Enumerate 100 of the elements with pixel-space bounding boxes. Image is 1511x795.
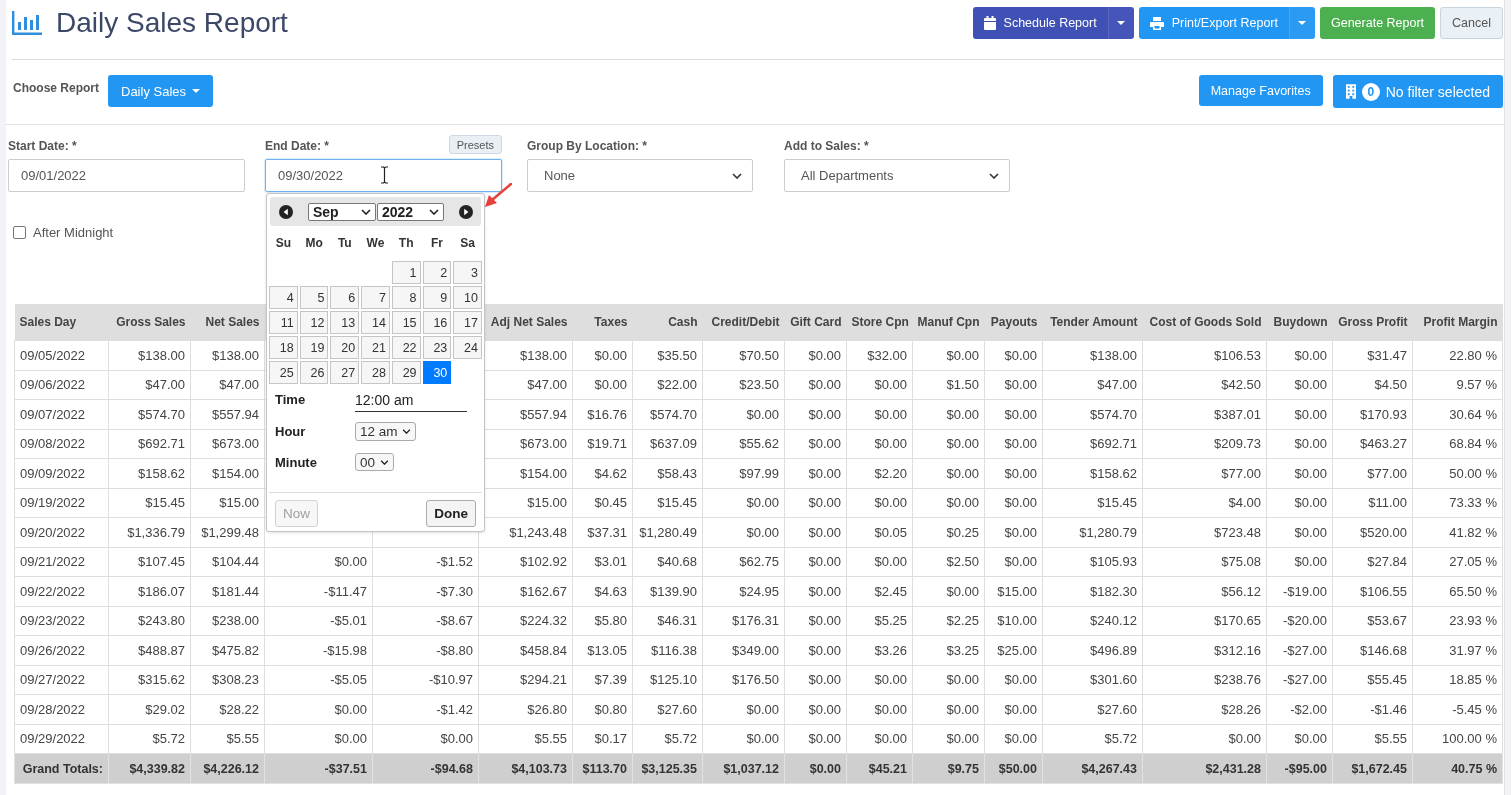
table-cell: 09/29/2022 bbox=[14, 724, 109, 754]
table-cell: -5.45 % bbox=[1412, 694, 1503, 724]
dropdown-toggle[interactable] bbox=[1288, 7, 1315, 39]
table-cell: $5.72 bbox=[1042, 724, 1143, 754]
table-cell: $692.71 bbox=[108, 429, 191, 459]
table-cell: -$2.00 bbox=[1266, 694, 1333, 724]
table-cell: $24.95 bbox=[702, 576, 785, 606]
table-cell: -$15.98 bbox=[264, 635, 373, 665]
weekday-label: Tu bbox=[336, 235, 353, 251]
done-button[interactable]: Done bbox=[426, 500, 476, 527]
table-cell: $46.31 bbox=[632, 606, 703, 636]
hour-select[interactable]: 12 am bbox=[355, 422, 416, 441]
calendar-day[interactable]: 21 bbox=[361, 336, 390, 359]
calendar-day[interactable]: 9 bbox=[422, 286, 452, 309]
table-cell: $29.02 bbox=[108, 694, 191, 724]
calendar-day[interactable]: 18 bbox=[269, 336, 298, 359]
table-cell: $0.00 bbox=[784, 370, 847, 400]
chevron-down-icon bbox=[402, 429, 411, 434]
calendar-day[interactable]: 28 bbox=[361, 361, 390, 384]
caret-icon bbox=[1298, 21, 1307, 25]
calendar-day[interactable]: 23 bbox=[422, 336, 452, 359]
total-cell: $9.75 bbox=[912, 753, 985, 784]
presets-button[interactable]: Presets bbox=[448, 135, 502, 154]
location-select[interactable]: None bbox=[527, 159, 753, 192]
table-cell: 9.57 % bbox=[1412, 370, 1503, 400]
calendar-day[interactable]: 14 bbox=[361, 311, 390, 334]
calendar-day[interactable]: 22 bbox=[391, 336, 421, 359]
calendar-day[interactable]: 26 bbox=[299, 361, 329, 384]
table-cell: $0.00 bbox=[1266, 340, 1333, 370]
calendar-day[interactable]: 7 bbox=[361, 286, 390, 309]
table-cell: $0.00 bbox=[702, 517, 785, 547]
table-cell: $10.00 bbox=[984, 606, 1043, 636]
table-cell: $0.00 bbox=[912, 458, 985, 488]
table-cell: $0.00 bbox=[912, 665, 985, 695]
month-select[interactable]: Sep bbox=[308, 202, 376, 221]
column-header: Buydown bbox=[1266, 304, 1333, 341]
calendar-day[interactable]: 29 bbox=[391, 361, 421, 384]
cancel-button[interactable]: Cancel bbox=[1440, 7, 1503, 39]
calendar-day[interactable]: 11 bbox=[269, 311, 298, 334]
table-cell: 09/19/2022 bbox=[14, 488, 109, 518]
table-cell: $7.39 bbox=[572, 665, 633, 695]
calendar-day[interactable]: 25 bbox=[269, 361, 298, 384]
calendar-day[interactable]: 17 bbox=[453, 311, 482, 334]
annotation-arrow-icon bbox=[485, 183, 512, 208]
table-cell: $463.27 bbox=[1332, 429, 1413, 459]
column-header: Manuf Cpn bbox=[912, 304, 985, 341]
schedule-report-button[interactable]: Schedule Report bbox=[972, 7, 1108, 39]
table-cell: $0.00 bbox=[1266, 724, 1333, 754]
dropdown-toggle[interactable] bbox=[1107, 7, 1134, 39]
time-field[interactable]: 12:00 am bbox=[355, 392, 467, 412]
calendar-day[interactable]: 6 bbox=[330, 286, 360, 309]
start-date-field[interactable]: 09/01/2022 bbox=[8, 159, 245, 192]
table-cell: -$8.80 bbox=[372, 635, 479, 665]
column-header: Gift Card bbox=[784, 304, 847, 341]
calendar-day[interactable]: 3 bbox=[453, 261, 482, 284]
table-cell: $0.00 bbox=[984, 517, 1043, 547]
calendar-day[interactable]: 20 bbox=[330, 336, 360, 359]
time-label: Time bbox=[275, 392, 307, 407]
table-cell: $186.07 bbox=[108, 576, 191, 606]
table-cell: $2.50 bbox=[912, 547, 985, 577]
sales-select[interactable]: All Departments bbox=[784, 159, 1010, 192]
minute-select[interactable]: 00 bbox=[355, 453, 394, 471]
calendar-day[interactable]: 13 bbox=[330, 311, 360, 334]
calendar-day[interactable]: 5 bbox=[299, 286, 329, 309]
table-cell: 09/22/2022 bbox=[14, 576, 109, 606]
table-cell: 22.80 % bbox=[1412, 340, 1503, 370]
year-select[interactable]: 2022 bbox=[377, 202, 444, 221]
building-icon bbox=[1345, 84, 1356, 99]
table-cell: $557.94 bbox=[190, 399, 265, 429]
table-cell: $27.60 bbox=[632, 694, 703, 724]
table-cell: $294.21 bbox=[478, 665, 573, 695]
table-cell: $0.00 bbox=[572, 370, 633, 400]
total-cell: $0.00 bbox=[784, 753, 847, 784]
calendar-day[interactable]: 16 bbox=[422, 311, 452, 334]
table-cell: $70.50 bbox=[702, 340, 785, 370]
calendar-day[interactable]: 24 bbox=[453, 336, 482, 359]
calendar-day[interactable]: 15 bbox=[391, 311, 421, 334]
end-date-field[interactable]: 09/30/2022 bbox=[265, 159, 502, 192]
calendar-day[interactable]: 4 bbox=[269, 286, 298, 309]
table-cell: $520.00 bbox=[1332, 517, 1413, 547]
calendar-day[interactable]: 19 bbox=[299, 336, 329, 359]
table-cell: $5.55 bbox=[478, 724, 573, 754]
calendar-day[interactable]: 27 bbox=[330, 361, 360, 384]
table-cell: $0.00 bbox=[784, 665, 847, 695]
table-cell: $1.50 bbox=[912, 370, 985, 400]
table-cell: -$27.00 bbox=[1266, 635, 1333, 665]
table-cell: 50.00 % bbox=[1412, 458, 1503, 488]
table-cell: $3.25 bbox=[912, 635, 985, 665]
calendar-day[interactable]: 12 bbox=[299, 311, 329, 334]
calendar-day[interactable]: 30 bbox=[422, 361, 452, 384]
calendar-day[interactable]: 2 bbox=[422, 261, 452, 284]
table-cell: $0.80 bbox=[572, 694, 633, 724]
caret-icon bbox=[192, 89, 201, 93]
calendar-day[interactable]: 1 bbox=[391, 261, 421, 284]
table-cell: $2.45 bbox=[846, 576, 913, 606]
checkbox[interactable] bbox=[13, 225, 26, 239]
column-header: Gross Profit bbox=[1332, 304, 1413, 341]
table-cell: $301.60 bbox=[1042, 665, 1143, 695]
calendar-day[interactable]: 10 bbox=[453, 286, 482, 309]
calendar-day[interactable]: 8 bbox=[391, 286, 421, 309]
